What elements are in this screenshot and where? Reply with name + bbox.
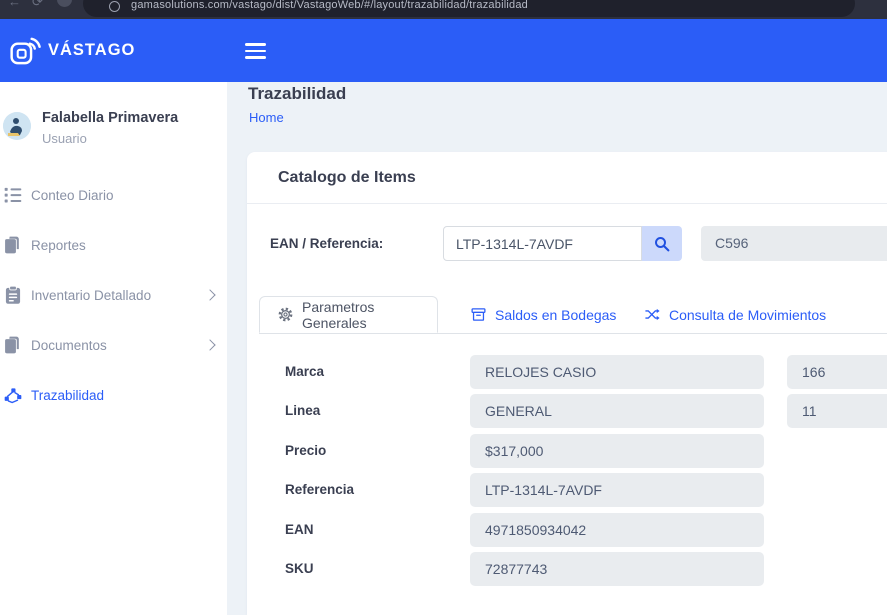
sidebar-item-label: Trazabilidad <box>31 388 104 403</box>
tab-consulta-de-movimientos[interactable]: Consulta de Movimientos <box>644 296 826 333</box>
magnifier-icon <box>653 235 671 253</box>
field-label-ean: EAN <box>285 513 314 547</box>
browser-top-bar: ← ⟳ gamasolutions.com/vastago/dist/Vasta… <box>0 0 887 19</box>
field-label-sku: SKU <box>285 552 314 586</box>
gear-icon <box>277 306 294 323</box>
field-value-linea: GENERAL <box>470 394 764 428</box>
field-value-ean: 4971850934042 <box>470 513 764 547</box>
tab-saldos-en-bodegas[interactable]: Saldos en Bodegas <box>470 296 616 333</box>
field-label-linea: Linea <box>285 394 320 428</box>
clipboard-icon <box>3 285 23 305</box>
site-info-icon[interactable] <box>109 1 120 12</box>
archive-box-icon <box>470 306 487 323</box>
page-title: Trazabilidad <box>248 84 346 104</box>
field-label-precio: Precio <box>285 434 326 468</box>
app-header: VÁSTAGO <box>0 19 887 82</box>
field-code-linea: 11 <box>787 394 887 428</box>
tab-label: Parametros Generales <box>302 299 437 331</box>
search-button[interactable] <box>642 226 682 261</box>
card-title: Catalogo de Items <box>278 152 416 204</box>
field-label-marca: Marca <box>285 355 324 389</box>
network-route-icon <box>3 385 23 405</box>
browser-back-icon[interactable]: ← <box>8 0 21 9</box>
ordered-list-icon <box>3 185 23 205</box>
sidebar-item-documentos[interactable]: Documentos <box>0 330 227 360</box>
field-value-sku: 72877743 <box>470 552 764 586</box>
field-code-marca: 166 <box>787 355 887 389</box>
chevron-right-icon <box>204 289 215 300</box>
tab-label: Consulta de Movimientos <box>669 307 826 323</box>
person-illustration-icon <box>3 112 31 140</box>
avatar <box>3 112 31 140</box>
field-value-marca: RELOJES CASIO <box>470 355 764 389</box>
brand-name: VÁSTAGO <box>48 19 135 82</box>
ean-referencia-input[interactable] <box>443 226 642 261</box>
field-value-referencia: LTP-1314L-7AVDF <box>470 473 764 507</box>
tab-label: Saldos en Bodegas <box>495 307 616 323</box>
sidebar-item-label: Reportes <box>31 238 86 253</box>
documents-icon <box>3 235 23 255</box>
sidebar-item-label: Conteo Diario <box>31 188 114 203</box>
main-content: Trazabilidad Home Catalogo de Items EAN … <box>227 82 887 615</box>
breadcrumb-home-link[interactable]: Home <box>249 110 284 125</box>
sidebar-item-reportes[interactable]: Reportes <box>0 230 227 260</box>
brand-logo[interactable] <box>8 34 42 68</box>
address-bar[interactable]: gamasolutions.com/vastago/dist/VastagoWe… <box>83 0 855 17</box>
browser-home-icon[interactable] <box>57 0 72 7</box>
field-label-referencia: Referencia <box>285 473 354 507</box>
sidebar: Falabella Primavera Usuario Conteo Diari… <box>0 82 227 615</box>
sidebar-item-label: Inventario Detallado <box>31 288 151 303</box>
chevron-right-icon <box>204 339 215 350</box>
rfid-tag-icon <box>8 34 42 68</box>
sidebar-item-conteo-diario[interactable]: Conteo Diario <box>0 180 227 210</box>
sidebar-item-label: Documentos <box>31 338 107 353</box>
url-text: gamasolutions.com/vastago/dist/VastagoWe… <box>131 0 528 11</box>
sidebar-item-inventario-detallado[interactable]: Inventario Detallado <box>0 280 227 310</box>
shuffle-arrows-icon <box>644 306 661 323</box>
sidebar-item-trazabilidad[interactable]: Trazabilidad <box>0 380 227 410</box>
hamburger-icon[interactable] <box>245 43 267 59</box>
catalog-card: Catalogo de Items EAN / Referencia: C596… <box>247 152 887 615</box>
field-value-precio: $317,000 <box>470 434 764 468</box>
user-name: Falabella Primavera <box>42 110 178 126</box>
item-code-field: C596 <box>701 226 887 261</box>
user-profile: Falabella Primavera Usuario <box>3 110 223 154</box>
ean-referencia-label: EAN / Referencia: <box>270 226 383 261</box>
documents-icon <box>3 335 23 355</box>
user-role: Usuario <box>42 131 87 146</box>
card-header: Catalogo de Items <box>247 152 887 204</box>
tab-parametros-generales[interactable]: Parametros Generales <box>259 296 438 333</box>
tabs-divider <box>259 333 887 334</box>
browser-reload-icon[interactable]: ⟳ <box>32 0 43 10</box>
